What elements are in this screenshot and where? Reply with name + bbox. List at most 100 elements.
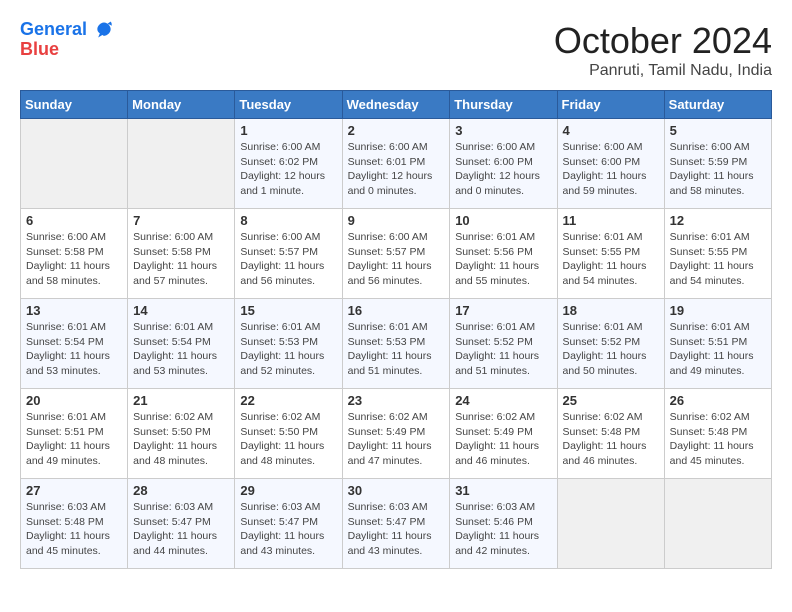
day-info: Sunrise: 6:02 AM Sunset: 5:48 PM Dayligh… (563, 410, 659, 469)
calendar-cell: 28 Sunrise: 6:03 AM Sunset: 5:47 PM Dayli… (128, 479, 235, 569)
week-row-5: 27 Sunrise: 6:03 AM Sunset: 5:48 PM Dayli… (21, 479, 772, 569)
location: Panruti, Tamil Nadu, India (554, 62, 772, 80)
calendar-cell: 23 Sunrise: 6:02 AM Sunset: 5:49 PM Dayli… (342, 389, 450, 479)
day-info: Sunrise: 6:00 AM Sunset: 5:58 PM Dayligh… (26, 230, 122, 289)
week-row-2: 6 Sunrise: 6:00 AM Sunset: 5:58 PM Daylig… (21, 209, 772, 299)
header-day-thursday: Thursday (450, 91, 557, 119)
day-number: 13 (26, 303, 122, 318)
day-number: 6 (26, 213, 122, 228)
day-info: Sunrise: 6:01 AM Sunset: 5:53 PM Dayligh… (240, 320, 336, 379)
calendar-cell: 19Sunrise: 6:01 AM Sunset: 5:51 PM Dayli… (664, 299, 771, 389)
logo-line2: Blue (20, 39, 59, 59)
day-info: Sunrise: 6:03 AM Sunset: 5:48 PM Dayligh… (26, 500, 122, 559)
day-info: Sunrise: 6:01 AM Sunset: 5:54 PM Dayligh… (26, 320, 122, 379)
day-number: 21 (133, 393, 229, 408)
calendar-cell: 18 Sunrise: 6:01 AM Sunset: 5:52 PM Dayli… (557, 299, 664, 389)
calendar-table: SundayMondayTuesdayWednesdayThursdayFrid… (20, 90, 772, 569)
calendar-cell: 3Sunrise: 6:00 AM Sunset: 6:00 PM Daylig… (450, 119, 557, 209)
logo: General Blue (20, 20, 114, 60)
day-number: 17 (455, 303, 551, 318)
day-info: Sunrise: 6:02 AM Sunset: 5:49 PM Dayligh… (455, 410, 551, 469)
day-number: 10 (455, 213, 551, 228)
calendar-cell: 13 Sunrise: 6:01 AM Sunset: 5:54 PM Dayli… (21, 299, 128, 389)
day-info: Sunrise: 6:01 AM Sunset: 5:54 PM Dayligh… (133, 320, 229, 379)
day-info: Sunrise: 6:01 AM Sunset: 5:55 PM Dayligh… (563, 230, 659, 289)
header-row: SundayMondayTuesdayWednesdayThursdayFrid… (21, 91, 772, 119)
day-number: 23 (348, 393, 445, 408)
day-number: 11 (563, 213, 659, 228)
calendar-cell: 4 Sunrise: 6:00 AM Sunset: 6:00 PM Daylig… (557, 119, 664, 209)
day-number: 27 (26, 483, 122, 498)
page-header: General Blue October 2024 Panruti, Tamil… (20, 20, 772, 80)
calendar-cell (664, 479, 771, 569)
calendar-cell (557, 479, 664, 569)
day-number: 15 (240, 303, 336, 318)
day-number: 30 (348, 483, 445, 498)
calendar-cell: 11 Sunrise: 6:01 AM Sunset: 5:55 PM Dayli… (557, 209, 664, 299)
month-title: October 2024 (554, 20, 772, 62)
calendar-cell: 17 Sunrise: 6:01 AM Sunset: 5:52 PM Dayli… (450, 299, 557, 389)
calendar-cell: 29 Sunrise: 6:03 AM Sunset: 5:47 PM Dayli… (235, 479, 342, 569)
header-day-wednesday: Wednesday (342, 91, 450, 119)
day-info: Sunrise: 6:00 AM Sunset: 6:02 PM Dayligh… (240, 140, 336, 199)
calendar-cell: 6 Sunrise: 6:00 AM Sunset: 5:58 PM Daylig… (21, 209, 128, 299)
header-day-monday: Monday (128, 91, 235, 119)
day-number: 18 (563, 303, 659, 318)
day-info: Sunrise: 6:02 AM Sunset: 5:50 PM Dayligh… (240, 410, 336, 469)
day-number: 2 (348, 123, 445, 138)
day-number: 20 (26, 393, 122, 408)
calendar-header: SundayMondayTuesdayWednesdayThursdayFrid… (21, 91, 772, 119)
calendar-cell: 1 Sunrise: 6:00 AM Sunset: 6:02 PM Daylig… (235, 119, 342, 209)
calendar-cell: 2 Sunrise: 6:00 AM Sunset: 6:01 PM Daylig… (342, 119, 450, 209)
day-number: 12 (670, 213, 766, 228)
day-info: Sunrise: 6:00 AM Sunset: 5:57 PM Dayligh… (240, 230, 336, 289)
calendar-cell: 25 Sunrise: 6:02 AM Sunset: 5:48 PM Dayli… (557, 389, 664, 479)
day-number: 7 (133, 213, 229, 228)
day-info: Sunrise: 6:00 AM Sunset: 5:57 PM Dayligh… (348, 230, 445, 289)
day-number: 29 (240, 483, 336, 498)
day-number: 4 (563, 123, 659, 138)
day-number: 28 (133, 483, 229, 498)
day-info: Sunrise: 6:00 AM Sunset: 5:59 PM Dayligh… (670, 140, 766, 199)
day-info: Sunrise: 6:03 AM Sunset: 5:47 PM Dayligh… (133, 500, 229, 559)
calendar-cell: 30 Sunrise: 6:03 AM Sunset: 5:47 PM Dayli… (342, 479, 450, 569)
day-info: Sunrise: 6:00 AM Sunset: 6:01 PM Dayligh… (348, 140, 445, 199)
calendar-body: 1 Sunrise: 6:00 AM Sunset: 6:02 PM Daylig… (21, 119, 772, 569)
calendar-cell: 22 Sunrise: 6:02 AM Sunset: 5:50 PM Dayli… (235, 389, 342, 479)
week-row-3: 13 Sunrise: 6:01 AM Sunset: 5:54 PM Dayli… (21, 299, 772, 389)
logo-bird-icon (94, 20, 114, 40)
header-day-friday: Friday (557, 91, 664, 119)
day-info: Sunrise: 6:02 AM Sunset: 5:50 PM Dayligh… (133, 410, 229, 469)
day-info: Sunrise: 6:03 AM Sunset: 5:47 PM Dayligh… (348, 500, 445, 559)
calendar-cell: 31Sunrise: 6:03 AM Sunset: 5:46 PM Dayli… (450, 479, 557, 569)
day-info: Sunrise: 6:02 AM Sunset: 5:48 PM Dayligh… (670, 410, 766, 469)
day-number: 5 (670, 123, 766, 138)
calendar-cell: 16Sunrise: 6:01 AM Sunset: 5:53 PM Dayli… (342, 299, 450, 389)
day-info: Sunrise: 6:02 AM Sunset: 5:49 PM Dayligh… (348, 410, 445, 469)
calendar-cell: 7Sunrise: 6:00 AM Sunset: 5:58 PM Daylig… (128, 209, 235, 299)
day-number: 9 (348, 213, 445, 228)
day-number: 22 (240, 393, 336, 408)
calendar-cell: 5 Sunrise: 6:00 AM Sunset: 5:59 PM Daylig… (664, 119, 771, 209)
calendar-cell: 27 Sunrise: 6:03 AM Sunset: 5:48 PM Dayli… (21, 479, 128, 569)
day-number: 3 (455, 123, 551, 138)
day-info: Sunrise: 6:01 AM Sunset: 5:52 PM Dayligh… (563, 320, 659, 379)
day-info: Sunrise: 6:03 AM Sunset: 5:47 PM Dayligh… (240, 500, 336, 559)
day-number: 25 (563, 393, 659, 408)
logo-line1: General (20, 19, 87, 39)
header-day-sunday: Sunday (21, 91, 128, 119)
calendar-cell: 10Sunrise: 6:01 AM Sunset: 5:56 PM Dayli… (450, 209, 557, 299)
day-number: 1 (240, 123, 336, 138)
week-row-4: 20Sunrise: 6:01 AM Sunset: 5:51 PM Dayli… (21, 389, 772, 479)
title-area: October 2024 Panruti, Tamil Nadu, India (554, 20, 772, 80)
day-info: Sunrise: 6:01 AM Sunset: 5:52 PM Dayligh… (455, 320, 551, 379)
day-info: Sunrise: 6:00 AM Sunset: 6:00 PM Dayligh… (563, 140, 659, 199)
day-number: 19 (670, 303, 766, 318)
day-info: Sunrise: 6:01 AM Sunset: 5:55 PM Dayligh… (670, 230, 766, 289)
day-info: Sunrise: 6:03 AM Sunset: 5:46 PM Dayligh… (455, 500, 551, 559)
calendar-cell: 20Sunrise: 6:01 AM Sunset: 5:51 PM Dayli… (21, 389, 128, 479)
calendar-cell: 21 Sunrise: 6:02 AM Sunset: 5:50 PM Dayli… (128, 389, 235, 479)
day-info: Sunrise: 6:01 AM Sunset: 5:53 PM Dayligh… (348, 320, 445, 379)
header-day-saturday: Saturday (664, 91, 771, 119)
day-number: 14 (133, 303, 229, 318)
